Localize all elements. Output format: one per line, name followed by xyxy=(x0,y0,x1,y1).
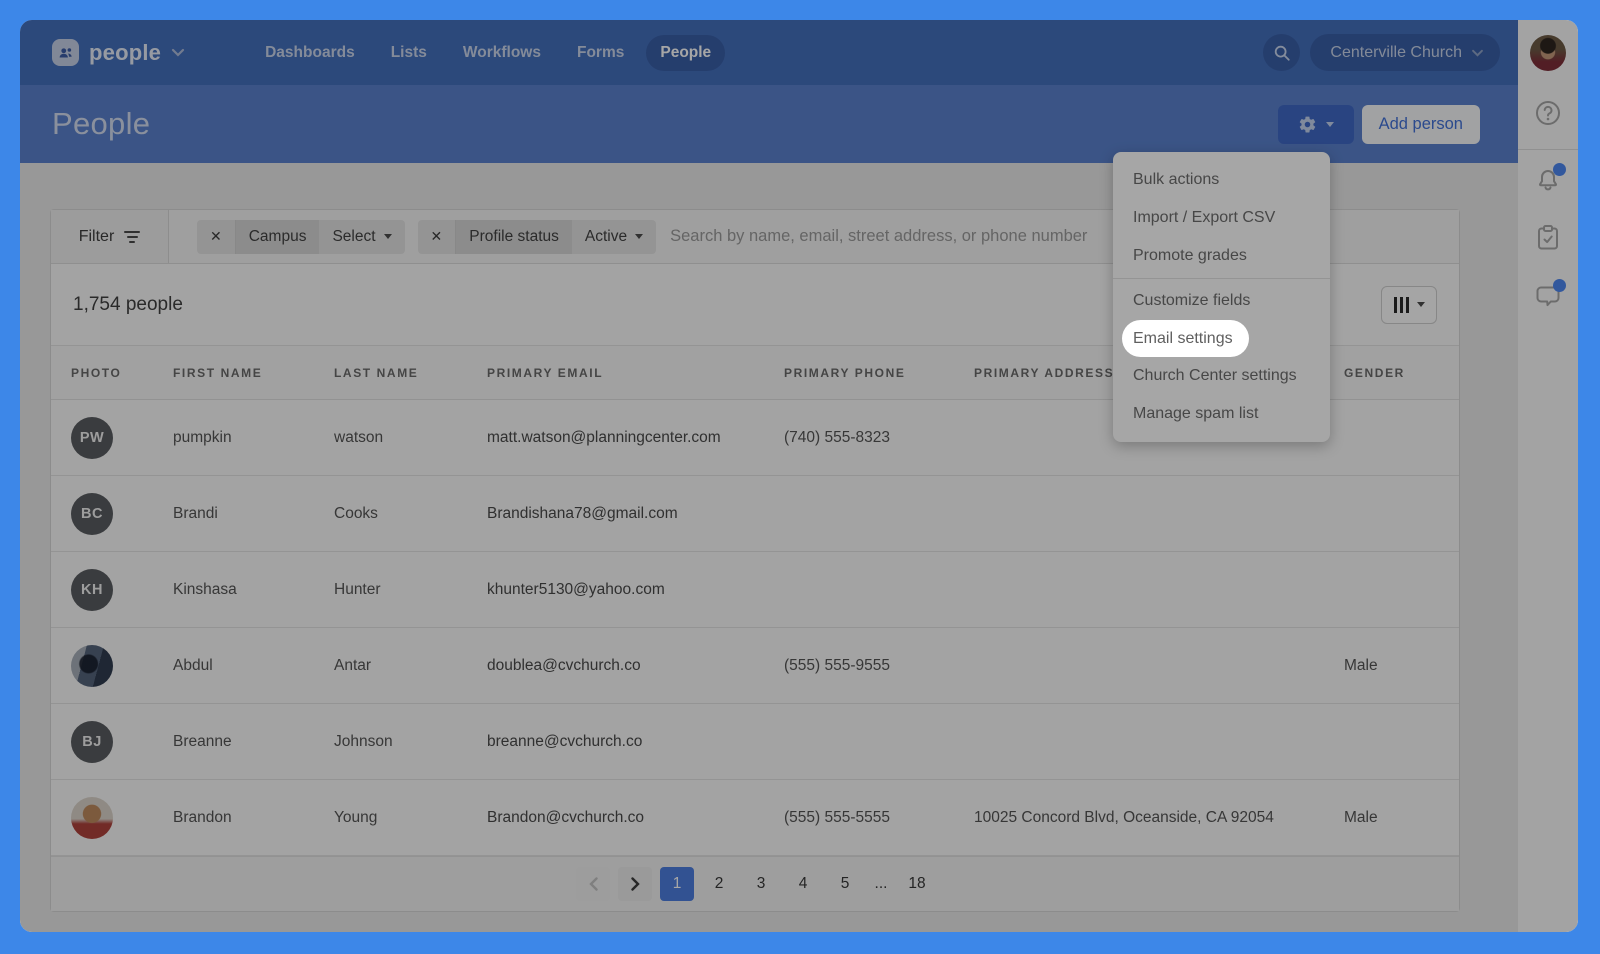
app-window: people DashboardsListsWorkflowsFormsPeop… xyxy=(20,20,1578,932)
dim-overlay xyxy=(20,20,1578,932)
desktop-background: people DashboardsListsWorkflowsFormsPeop… xyxy=(0,0,1600,954)
menu-item-email-settings[interactable]: Email settings xyxy=(1122,320,1249,357)
